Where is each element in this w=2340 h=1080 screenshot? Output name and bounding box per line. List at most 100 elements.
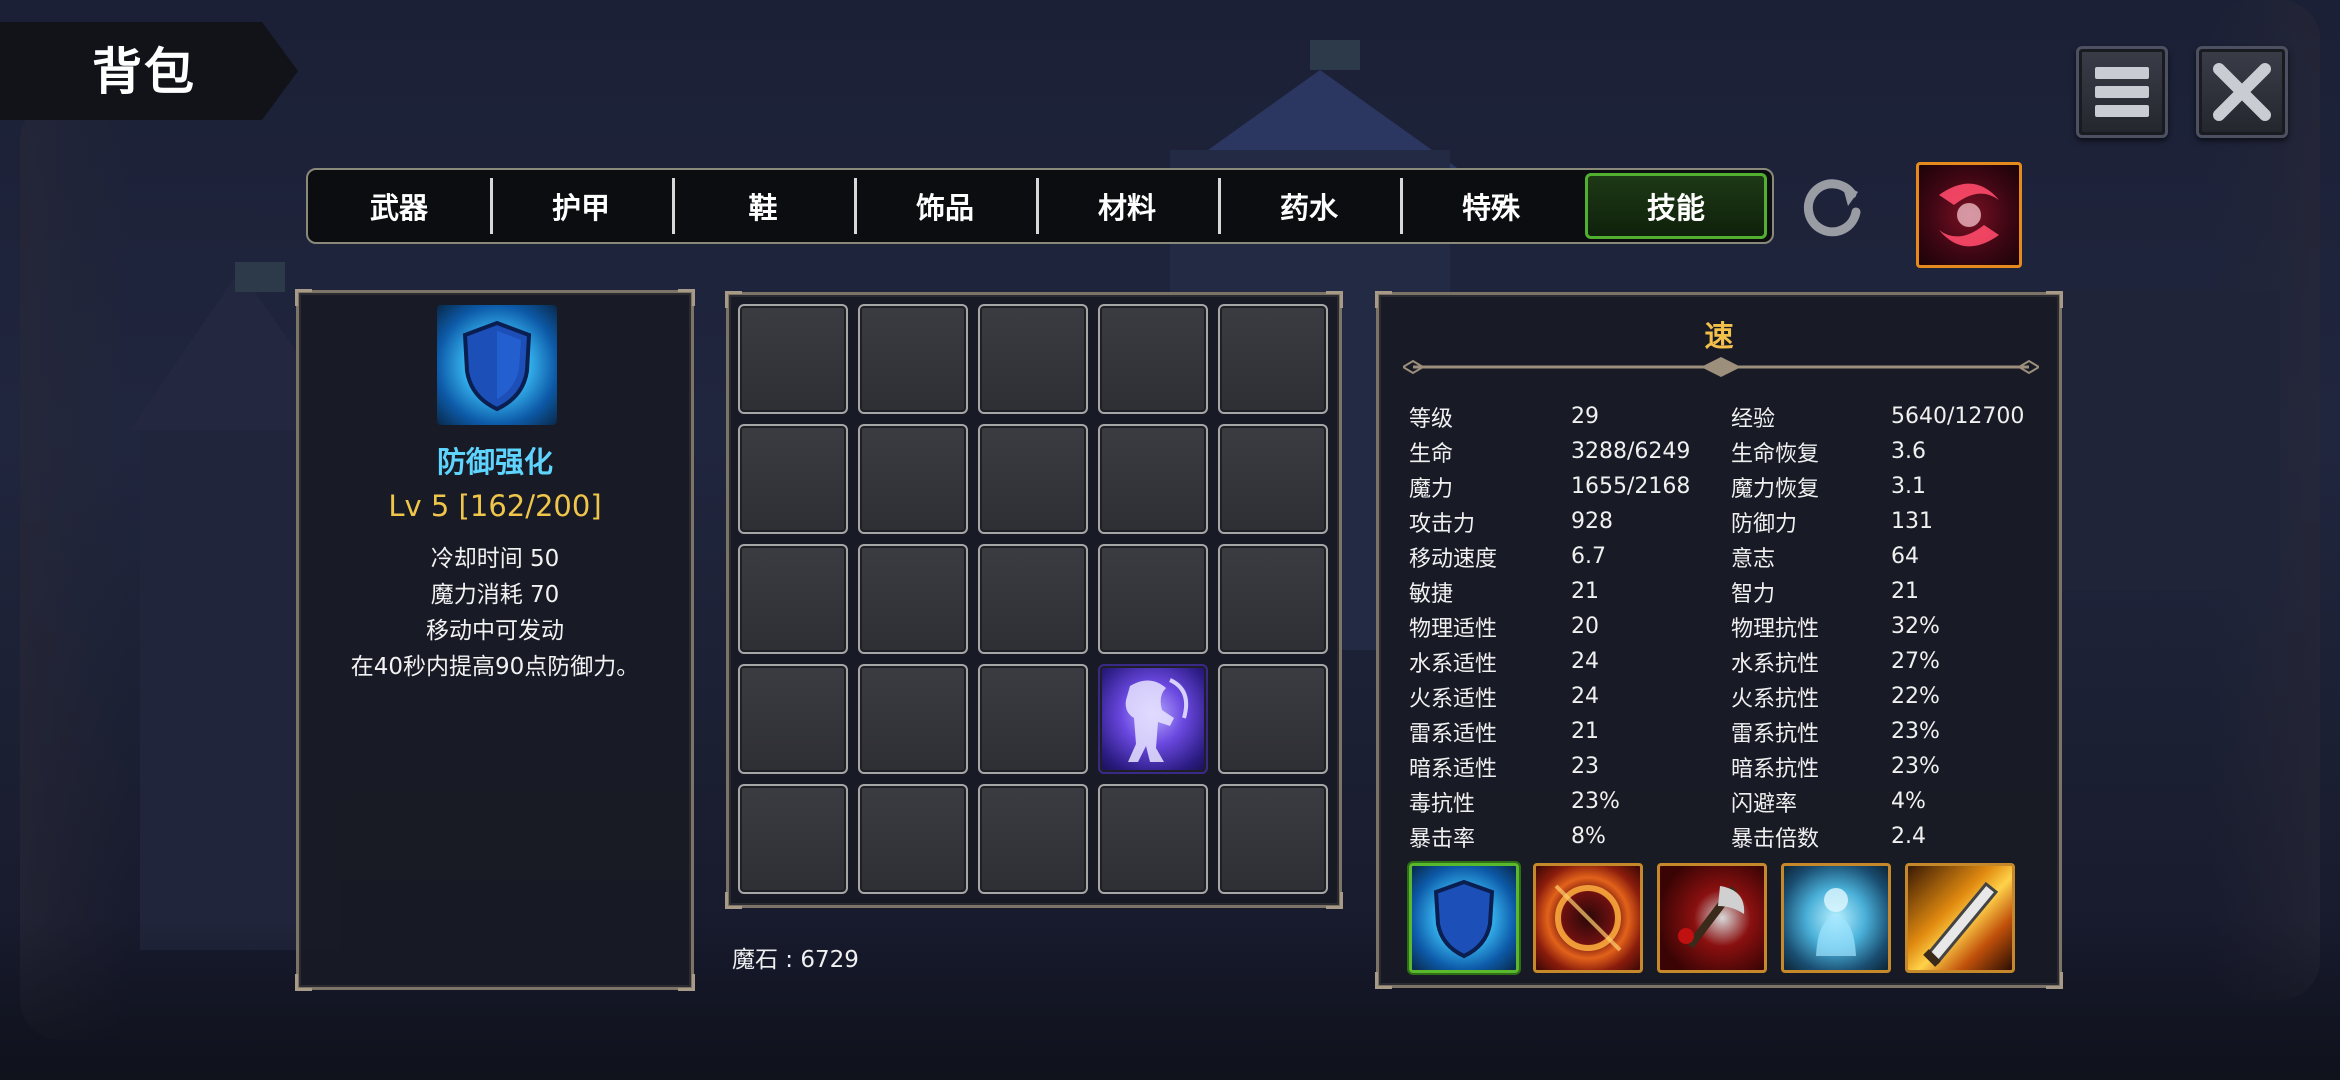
inventory-slot[interactable] <box>978 304 1088 414</box>
tab-shoes[interactable]: 鞋 <box>672 170 854 242</box>
skill-detail-panel: 防御强化 Lv 5 [162/200] 冷却时间 50 魔力消耗 70 移动中可… <box>295 289 695 991</box>
inventory-slot[interactable] <box>1098 784 1208 894</box>
stat-label: 移动速度 <box>1409 546 1498 572</box>
stat-label: 敏捷 <box>1409 581 1454 607</box>
inventory-slot[interactable] <box>1098 544 1208 654</box>
inventory-slot[interactable] <box>1218 424 1328 534</box>
stat-value: 23% <box>1571 789 1620 814</box>
character-stats-panel: 速 等级 29 经验 5640/12700 生命 3288/6249 生命恢复 3.6 魔力 16… <box>1375 291 2063 989</box>
blue-shield-icon <box>1433 879 1495 959</box>
inventory-slot[interactable] <box>738 664 848 774</box>
skill-slot-1[interactable] <box>1409 863 1519 973</box>
inventory-slot[interactable] <box>1218 784 1328 894</box>
page-title: 背包 <box>92 43 196 101</box>
stat-label: 智力 <box>1731 581 1776 607</box>
stat-label: 生命恢复 <box>1731 441 1820 467</box>
stat-row: 敏捷 21 智力 21 <box>1409 574 2039 609</box>
stat-label: 暗系适性 <box>1409 756 1498 782</box>
stat-value: 5640/12700 <box>1891 404 2025 429</box>
magic-stone-count: 魔石 : 6729 <box>732 947 859 973</box>
stat-value: 20 <box>1571 614 1599 639</box>
stat-value: 21 <box>1891 579 1919 604</box>
skill-slot-3[interactable] <box>1657 863 1767 973</box>
stat-value: 21 <box>1571 579 1599 604</box>
inventory-slot[interactable] <box>858 544 968 654</box>
stat-label: 意志 <box>1731 546 1776 572</box>
tab-potion[interactable]: 药水 <box>1218 170 1400 242</box>
inventory-slot[interactable] <box>1218 664 1328 774</box>
stat-label: 魔力恢复 <box>1731 476 1820 502</box>
inventory-slot[interactable] <box>978 784 1088 894</box>
inventory-slot[interactable] <box>1098 664 1208 774</box>
stat-label: 暴击率 <box>1409 826 1476 852</box>
skill-level: Lv 5 [162/200] <box>388 489 602 523</box>
tab-weapon[interactable]: 武器 <box>308 170 490 242</box>
skill-slot-2[interactable] <box>1533 863 1643 973</box>
stat-row: 物理适性 20 物理抗性 32% <box>1409 609 2039 644</box>
stat-row: 暗系适性 23 暗系抗性 23% <box>1409 749 2039 784</box>
inventory-slot[interactable] <box>858 664 968 774</box>
stat-label: 暴击倍数 <box>1731 826 1820 852</box>
stat-label: 暗系抗性 <box>1731 756 1820 782</box>
skill-cooldown: 冷却时间 50 <box>430 546 560 572</box>
stat-label: 经验 <box>1731 406 1776 432</box>
stat-row: 生命 3288/6249 生命恢复 3.6 <box>1409 434 2039 469</box>
flaming-blade-icon <box>1923 881 1999 967</box>
inventory-grid-panel <box>725 291 1343 909</box>
tab-armor[interactable]: 护甲 <box>490 170 672 242</box>
tab-material[interactable]: 材料 <box>1036 170 1218 242</box>
inventory-slot[interactable] <box>1218 544 1328 654</box>
inventory-slot[interactable] <box>858 424 968 534</box>
stat-row: 等级 29 经验 5640/12700 <box>1409 399 2039 434</box>
inventory-slot[interactable] <box>858 784 968 894</box>
skill-slot-4[interactable] <box>1781 863 1891 973</box>
inventory-slot[interactable] <box>978 424 1088 534</box>
inventory-slot[interactable] <box>978 664 1088 774</box>
inventory-slot[interactable] <box>738 784 848 894</box>
category-tabs: 武器 护甲 鞋 饰品 材料 药水 特殊 技能 <box>306 168 1774 244</box>
stat-label: 物理抗性 <box>1731 616 1820 642</box>
skill-cast-while-moving: 移动中可发动 <box>426 618 564 644</box>
tab-special[interactable]: 特殊 <box>1400 170 1582 242</box>
inventory-slot[interactable] <box>1098 304 1208 414</box>
inventory-slot[interactable] <box>1098 424 1208 534</box>
stat-label: 闪避率 <box>1731 791 1798 817</box>
stat-label: 水系适性 <box>1409 651 1498 677</box>
stat-label: 水系抗性 <box>1731 651 1820 677</box>
stat-label: 火系抗性 <box>1731 686 1820 712</box>
inventory-slot[interactable] <box>858 304 968 414</box>
stat-row: 攻击力 928 防御力 131 <box>1409 504 2039 539</box>
stat-value: 23% <box>1891 719 1940 744</box>
inventory-slot[interactable] <box>738 424 848 534</box>
menu-button[interactable] <box>2076 46 2168 138</box>
stat-value: 4% <box>1891 789 1926 814</box>
stat-label: 防御力 <box>1731 511 1798 537</box>
stat-value: 29 <box>1571 404 1599 429</box>
refresh-icon[interactable] <box>1798 172 1868 242</box>
stat-label: 物理适性 <box>1409 616 1498 642</box>
inventory-slot[interactable] <box>738 304 848 414</box>
spirit-aura-icon <box>1816 888 1856 956</box>
close-button[interactable] <box>2196 46 2288 138</box>
ornament-divider <box>1403 357 2039 377</box>
stat-value: 3.6 <box>1891 439 1926 464</box>
skill-mana-cost: 魔力消耗 70 <box>430 582 560 608</box>
stat-row: 水系适性 24 水系抗性 27% <box>1409 644 2039 679</box>
inventory-slot[interactable] <box>978 544 1088 654</box>
stat-row: 魔力 1655/2168 魔力恢复 3.1 <box>1409 469 2039 504</box>
skill-slot-5[interactable] <box>1905 863 2015 973</box>
inventory-slot[interactable] <box>1218 304 1328 414</box>
tab-skill[interactable]: 技能 <box>1585 173 1767 239</box>
equipped-skill-button[interactable] <box>1916 162 2022 268</box>
fire-ring-icon <box>1554 884 1622 952</box>
stat-value: 24 <box>1571 649 1599 674</box>
stat-value: 64 <box>1891 544 1919 569</box>
stat-label: 生命 <box>1409 441 1454 467</box>
stat-value: 1655/2168 <box>1571 474 1691 499</box>
stat-row: 毒抗性 23% 闪避率 4% <box>1409 784 2039 819</box>
stats-table: 等级 29 经验 5640/12700 生命 3288/6249 生命恢复 3.6 魔力 1655… <box>1409 399 2039 854</box>
tab-accessory[interactable]: 饰品 <box>854 170 1036 242</box>
stat-label: 火系适性 <box>1409 686 1498 712</box>
inventory-slot[interactable] <box>738 544 848 654</box>
stat-value: 27% <box>1891 649 1940 674</box>
